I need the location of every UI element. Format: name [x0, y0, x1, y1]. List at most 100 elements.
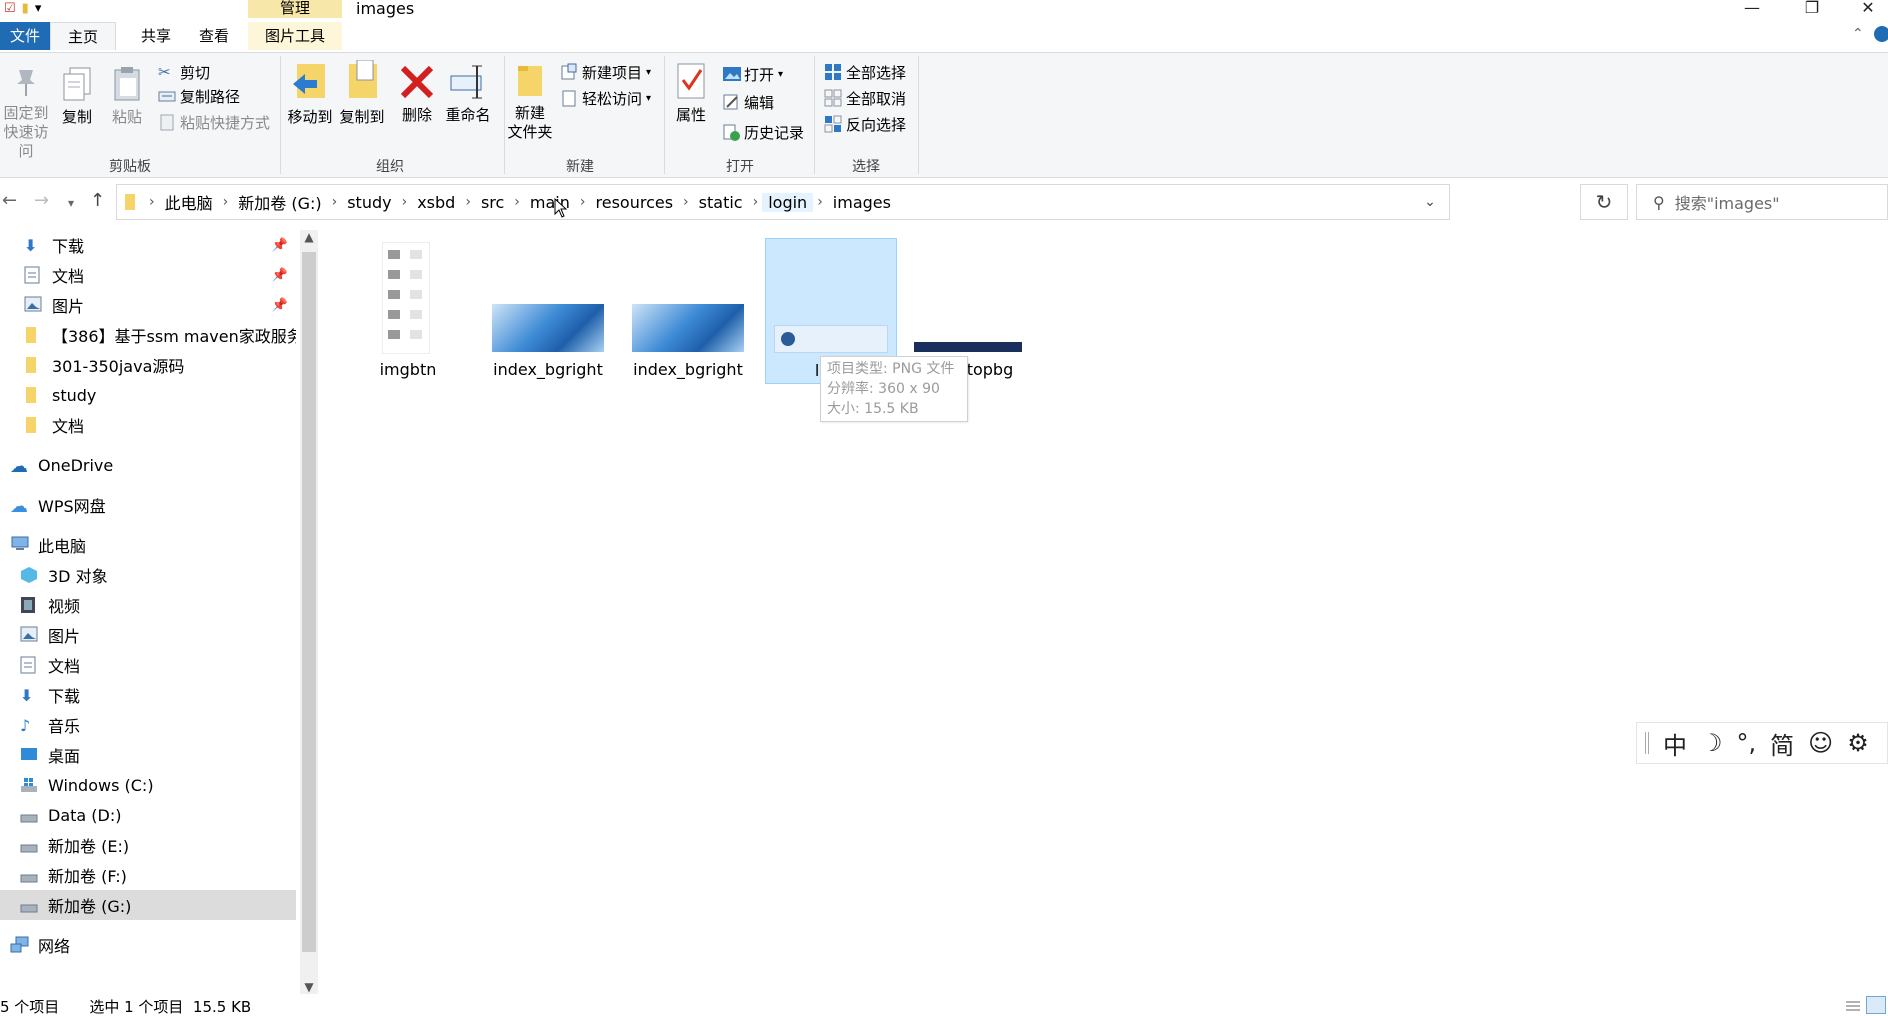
- sidebar-item-music[interactable]: ♪ 音乐: [0, 710, 296, 740]
- details-view-icon[interactable]: [1844, 998, 1862, 1016]
- chevron-right-icon[interactable]: ›: [461, 194, 475, 210]
- tab-picture-tools[interactable]: 图片工具: [248, 22, 342, 50]
- delete-button[interactable]: 删除: [396, 62, 438, 125]
- sidebar-item-this-pc[interactable]: 此电脑: [0, 530, 296, 560]
- easy-access-button[interactable]: 轻松访问 ▾: [560, 86, 651, 110]
- moon-icon[interactable]: ☽: [1701, 729, 1723, 757]
- collapse-ribbon-icon[interactable]: ⌃: [1852, 26, 1864, 42]
- sidebar-item-onedrive[interactable]: ☁ OneDrive: [0, 450, 296, 480]
- chevron-right-icon[interactable]: ›: [145, 194, 159, 210]
- properties-check-icon[interactable]: ☑: [4, 1, 16, 17]
- sidebar-item-pictures[interactable]: 图片: [0, 620, 296, 650]
- crumb-drive-g[interactable]: 新加卷 (G:): [232, 190, 327, 214]
- help-icon[interactable]: [1874, 26, 1888, 42]
- pin-icon[interactable]: 📌: [272, 298, 288, 313]
- chevron-right-icon[interactable]: ›: [328, 194, 342, 210]
- sidebar-item-3d-objects[interactable]: 3D 对象: [0, 560, 296, 590]
- sidebar-item-wps[interactable]: ☁ WPS网盘: [0, 490, 296, 520]
- file-item-index-bgright-1[interactable]: index_bgright: [482, 238, 614, 384]
- copy-to-button[interactable]: 复制到: [336, 59, 388, 127]
- sidebar-item-videos[interactable]: 视频: [0, 590, 296, 620]
- properties-button[interactable]: 属性: [668, 62, 714, 125]
- ime-chinese-mode[interactable]: 中: [1663, 726, 1687, 761]
- gear-icon[interactable]: ⚙: [1847, 729, 1869, 757]
- chevron-right-icon[interactable]: ›: [749, 194, 763, 210]
- sidebar-item-downloads-pinned[interactable]: ⬇ 下载 📌: [0, 230, 296, 260]
- paste-shortcut-button[interactable]: 粘贴快捷方式: [158, 110, 270, 134]
- select-none-button[interactable]: 全部取消: [824, 86, 906, 110]
- crumb-static[interactable]: static: [693, 193, 749, 212]
- back-arrow-icon[interactable]: ←: [2, 190, 17, 211]
- move-to-button[interactable]: 移动到: [284, 60, 336, 127]
- select-all-button[interactable]: 全部选择: [824, 60, 906, 84]
- pin-icon[interactable]: 📌: [272, 268, 288, 283]
- chevron-right-icon[interactable]: ›: [219, 194, 233, 210]
- chevron-right-icon[interactable]: ›: [679, 194, 693, 210]
- address-bar[interactable]: › 此电脑 › 新加卷 (G:) › study › xsbd › src › …: [116, 184, 1450, 220]
- minimize-button[interactable]: —: [1722, 0, 1782, 18]
- refresh-button[interactable]: ↻: [1580, 184, 1628, 220]
- tab-home[interactable]: 主页: [50, 22, 116, 50]
- sidebar-item-documents-pinned[interactable]: 文档 📌: [0, 260, 296, 290]
- tab-file[interactable]: 文件: [0, 22, 50, 50]
- pin-quick-access-button[interactable]: 固定到 快速访问: [0, 66, 52, 161]
- file-item-imgbtn[interactable]: imgbtn: [342, 238, 474, 384]
- sidebar-item-desktop[interactable]: 桌面: [0, 740, 296, 770]
- drag-handle[interactable]: [1645, 732, 1649, 754]
- paste-button[interactable]: 粘贴: [106, 66, 148, 127]
- chevron-right-icon[interactable]: ›: [813, 194, 827, 210]
- ime-simplified-mode[interactable]: 简: [1770, 726, 1794, 761]
- history-button[interactable]: 历史记录: [722, 120, 804, 144]
- chevron-right-icon[interactable]: ›: [576, 194, 590, 210]
- new-item-button[interactable]: 新建项目 ▾: [560, 60, 651, 84]
- file-item-index-bgright-2[interactable]: index_bgright: [622, 238, 754, 384]
- sidebar-item-downloads[interactable]: ⬇ 下载: [0, 680, 296, 710]
- sidebar-item-drive-g[interactable]: 新加卷 (G:): [0, 890, 296, 920]
- punctuation-icon[interactable]: °,: [1737, 729, 1757, 757]
- nav-scrollbar[interactable]: ▲ ▼: [300, 230, 318, 994]
- new-folder-button[interactable]: 新建 文件夹: [506, 60, 554, 142]
- sidebar-item-drive-c[interactable]: Windows (C:): [0, 770, 296, 800]
- emoji-icon[interactable]: ☺: [1808, 729, 1833, 757]
- crumb-main[interactable]: main: [524, 193, 576, 212]
- sidebar-item-drive-d[interactable]: Data (D:): [0, 800, 296, 830]
- sidebar-item-network[interactable]: 网络: [0, 930, 296, 960]
- chevron-right-icon[interactable]: ›: [510, 194, 524, 210]
- chevron-down-icon[interactable]: ▾: [35, 1, 42, 17]
- sidebar-item-drive-e[interactable]: 新加卷 (E:): [0, 830, 296, 860]
- crumb-xsbd[interactable]: xsbd: [411, 193, 461, 212]
- copy-button[interactable]: 复制: [56, 66, 98, 127]
- restore-button[interactable]: ❐: [1782, 0, 1842, 18]
- search-input[interactable]: ⚲ 搜索"images": [1636, 184, 1888, 220]
- folder-icon[interactable]: ▮: [22, 1, 29, 17]
- cut-button[interactable]: ✂ 剪切: [158, 60, 210, 84]
- recent-locations-chevron-icon[interactable]: ▾: [68, 196, 74, 210]
- forward-arrow-icon[interactable]: →: [34, 190, 49, 211]
- pin-icon[interactable]: 📌: [272, 238, 288, 253]
- invert-selection-button[interactable]: 反向选择: [824, 112, 906, 136]
- open-button[interactable]: 打开 ▾: [722, 62, 783, 86]
- up-arrow-icon[interactable]: ↑: [90, 190, 105, 211]
- scrollbar-thumb[interactable]: [302, 252, 316, 952]
- sidebar-item-pictures-pinned[interactable]: 图片 📌: [0, 290, 296, 320]
- sidebar-item-java-source[interactable]: 301-350java源码: [0, 350, 296, 380]
- sidebar-item-project-folder[interactable]: 【386】基于ssm maven家政服务预约: [0, 320, 296, 350]
- crumb-src[interactable]: src: [475, 193, 510, 212]
- address-dropdown-icon[interactable]: ⌄: [1411, 185, 1449, 219]
- crumb-resources[interactable]: resources: [590, 193, 680, 212]
- scroll-down-icon[interactable]: ▼: [300, 980, 318, 994]
- sidebar-item-documents[interactable]: 文档: [0, 650, 296, 680]
- crumb-study[interactable]: study: [341, 193, 397, 212]
- crumb-this-pc[interactable]: 此电脑: [159, 190, 219, 214]
- tab-view[interactable]: 查看: [186, 22, 242, 50]
- crumb-login[interactable]: login: [762, 192, 814, 212]
- chevron-right-icon[interactable]: ›: [398, 194, 412, 210]
- sidebar-item-documents-folder[interactable]: 文档: [0, 410, 296, 440]
- close-button[interactable]: ✕: [1838, 0, 1888, 18]
- copy-path-button[interactable]: 复制路径: [158, 84, 240, 108]
- scroll-up-icon[interactable]: ▲: [300, 230, 318, 244]
- sidebar-item-drive-f[interactable]: 新加卷 (F:): [0, 860, 296, 890]
- crumb-images[interactable]: images: [827, 193, 897, 212]
- large-icons-view-icon[interactable]: [1866, 996, 1886, 1014]
- edit-button[interactable]: 编辑: [722, 90, 774, 114]
